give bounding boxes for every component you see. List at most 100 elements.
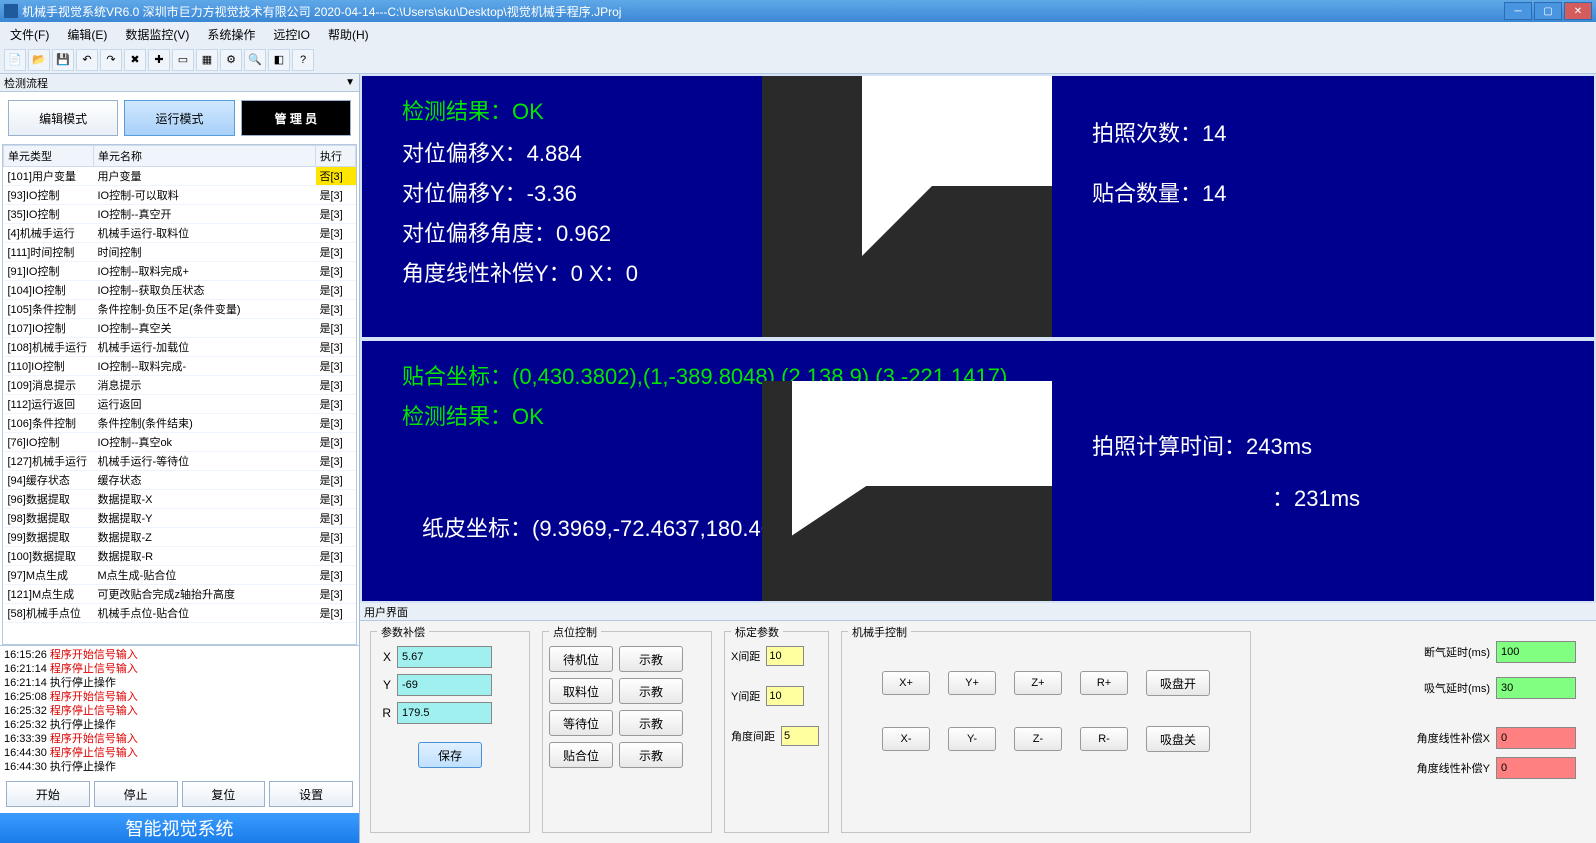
- xgap-input[interactable]: [766, 646, 804, 666]
- table-row[interactable]: [101]用户变量用户变量否[3]: [4, 167, 356, 186]
- stop-button[interactable]: 停止: [94, 781, 178, 807]
- menu-file[interactable]: 文件(F): [4, 24, 55, 45]
- table-row[interactable]: [104]IO控制IO控制--获取负压状态是[3]: [4, 281, 356, 300]
- menu-io[interactable]: 远控IO: [267, 24, 316, 45]
- waitp-button[interactable]: 等待位: [549, 710, 613, 736]
- teach-2[interactable]: 示教: [619, 678, 683, 704]
- agap-input[interactable]: [781, 726, 819, 746]
- table-row[interactable]: [100]数据提取数据提取-R是[3]: [4, 547, 356, 566]
- edit-mode-button[interactable]: 编辑模式: [8, 100, 118, 136]
- start-button[interactable]: 开始: [6, 781, 90, 807]
- suckon-button[interactable]: 吸盘开: [1146, 670, 1210, 696]
- r-input[interactable]: [397, 702, 492, 724]
- menubar: 文件(F) 编辑(E) 数据监控(V) 系统操作 远控IO 帮助(H): [0, 22, 1596, 46]
- tool-10[interactable]: 🔍: [244, 49, 266, 71]
- collapse-icon[interactable]: ▼: [345, 77, 355, 88]
- tool-8[interactable]: ▦: [196, 49, 218, 71]
- zplus-button[interactable]: Z+: [1014, 671, 1062, 695]
- teach-4[interactable]: 示教: [619, 742, 683, 768]
- tool-open[interactable]: 📂: [28, 49, 50, 71]
- col-exec[interactable]: 执行: [316, 146, 356, 167]
- table-row[interactable]: [76]IO控制IO控制--真空ok是[3]: [4, 433, 356, 452]
- save-button[interactable]: 保存: [418, 742, 482, 768]
- v2-paper: 纸皮坐标：(9.3969,-72.4637,180.4617): [422, 511, 805, 543]
- table-row[interactable]: [35]IO控制IO控制--真空开是[3]: [4, 205, 356, 224]
- tool-add[interactable]: ✚: [148, 49, 170, 71]
- tool-redo[interactable]: ↷: [100, 49, 122, 71]
- table-row[interactable]: [91]IO控制IO控制--取料完成+是[3]: [4, 262, 356, 281]
- titlebar: 机械手视觉系统VR6.0 深圳市巨力方视觉技术有限公司 2020-04-14--…: [0, 0, 1596, 22]
- suckoff-button[interactable]: 吸盘关: [1146, 726, 1210, 752]
- user-interface: 参数补偿 X Y R 保存 点位控制 待机位示教 取料位示教 等待位示教 贴合位…: [360, 621, 1596, 843]
- table-row[interactable]: [108]机械手运行机械手运行-加载位是[3]: [4, 338, 356, 357]
- v1-paste: 贴合数量：14: [1092, 176, 1226, 208]
- xminus-button[interactable]: X-: [882, 727, 930, 751]
- table-row[interactable]: [106]条件控制条件控制(条件结束)是[3]: [4, 414, 356, 433]
- admin-button[interactable]: 管 理 员: [241, 100, 351, 136]
- tool-undo[interactable]: ↶: [76, 49, 98, 71]
- teach-3[interactable]: 示教: [619, 710, 683, 736]
- table-row[interactable]: [111]时间控制时间控制是[3]: [4, 243, 356, 262]
- param-comp-group: 参数补偿 X Y R 保存: [370, 631, 530, 833]
- ygap-input[interactable]: [766, 686, 804, 706]
- table-row[interactable]: [109]消息提示消息提示是[3]: [4, 376, 356, 395]
- table-row[interactable]: [107]IO控制IO控制--真空关是[3]: [4, 319, 356, 338]
- menu-help[interactable]: 帮助(H): [322, 24, 375, 45]
- yplus-button[interactable]: Y+: [948, 671, 996, 695]
- y-input[interactable]: [397, 674, 492, 696]
- compx-input[interactable]: [1496, 727, 1576, 749]
- camera-image-1: [762, 76, 1052, 337]
- run-mode-button[interactable]: 运行模式: [124, 100, 234, 136]
- tool-11[interactable]: ◧: [268, 49, 290, 71]
- brand-banner: 智能视觉系统: [0, 813, 359, 843]
- rplus-button[interactable]: R+: [1080, 671, 1128, 695]
- table-row[interactable]: [96]数据提取数据提取-X是[3]: [4, 490, 356, 509]
- flow-table[interactable]: 单元类型 单元名称 执行 [101]用户变量用户变量否[3][93]IO控制IO…: [2, 144, 357, 645]
- ondelay-input[interactable]: [1496, 677, 1576, 699]
- tool-9[interactable]: ⚙: [220, 49, 242, 71]
- table-row[interactable]: [93]IO控制IO控制-可以取料是[3]: [4, 186, 356, 205]
- calib-group: 标定参数 X间距 Y间距 角度间距: [724, 631, 829, 833]
- rminus-button[interactable]: R-: [1080, 727, 1128, 751]
- reset-button[interactable]: 复位: [182, 781, 266, 807]
- close-button[interactable]: ✕: [1564, 2, 1592, 20]
- table-row[interactable]: [99]数据提取数据提取-Z是[3]: [4, 528, 356, 547]
- menu-edit[interactable]: 编辑(E): [61, 24, 113, 45]
- xplus-button[interactable]: X+: [882, 671, 930, 695]
- offdelay-input[interactable]: [1496, 641, 1576, 663]
- col-name[interactable]: 单元名称: [94, 146, 316, 167]
- maximize-button[interactable]: ▢: [1534, 2, 1562, 20]
- zminus-button[interactable]: Z-: [1014, 727, 1062, 751]
- minimize-button[interactable]: ─: [1504, 2, 1532, 20]
- tool-save[interactable]: 💾: [52, 49, 74, 71]
- col-type[interactable]: 单元类型: [4, 146, 94, 167]
- table-row[interactable]: [98]数据提取数据提取-Y是[3]: [4, 509, 356, 528]
- table-row[interactable]: [4]机械手运行机械手运行-取料位是[3]: [4, 224, 356, 243]
- table-row[interactable]: [58]机械手点位机械手点位-贴合位是[3]: [4, 604, 356, 623]
- table-row[interactable]: [105]条件控制条件控制-负压不足(条件变量)是[3]: [4, 300, 356, 319]
- table-row[interactable]: [94]缓存状态缓存状态是[3]: [4, 471, 356, 490]
- teach-1[interactable]: 示教: [619, 646, 683, 672]
- tool-help[interactable]: ?: [292, 49, 314, 71]
- v1-photo: 拍照次数：14: [1092, 116, 1226, 148]
- vision-panel-2: 贴合坐标：(0,430.3802),(1,-389.8048),(2,138.9…: [362, 341, 1594, 602]
- pick-button[interactable]: 取料位: [549, 678, 613, 704]
- menu-sys[interactable]: 系统操作: [201, 24, 261, 45]
- flow-head: 检测流程 ▼: [0, 74, 359, 92]
- x-input[interactable]: [397, 646, 492, 668]
- log-panel[interactable]: 16:15:26 程序开始信号输入16:21:14 程序停止信号输入16:21:…: [0, 645, 359, 775]
- setting-button[interactable]: 设置: [269, 781, 353, 807]
- table-row[interactable]: [97]M点生成M点生成-贴合位是[3]: [4, 566, 356, 585]
- yminus-button[interactable]: Y-: [948, 727, 996, 751]
- tool-new[interactable]: 📄: [4, 49, 26, 71]
- tool-delete[interactable]: ✖: [124, 49, 146, 71]
- table-row[interactable]: [127]机械手运行机械手运行-等待位是[3]: [4, 452, 356, 471]
- wait-button[interactable]: 待机位: [549, 646, 613, 672]
- paste-button[interactable]: 贴合位: [549, 742, 613, 768]
- tool-7[interactable]: ▭: [172, 49, 194, 71]
- menu-monitor[interactable]: 数据监控(V): [119, 24, 195, 45]
- table-row[interactable]: [112]运行返回运行返回是[3]: [4, 395, 356, 414]
- compy-input[interactable]: [1496, 757, 1576, 779]
- table-row[interactable]: [110]IO控制IO控制--取料完成-是[3]: [4, 357, 356, 376]
- table-row[interactable]: [121]M点生成可更改贴合完成z轴抬升高度是[3]: [4, 585, 356, 604]
